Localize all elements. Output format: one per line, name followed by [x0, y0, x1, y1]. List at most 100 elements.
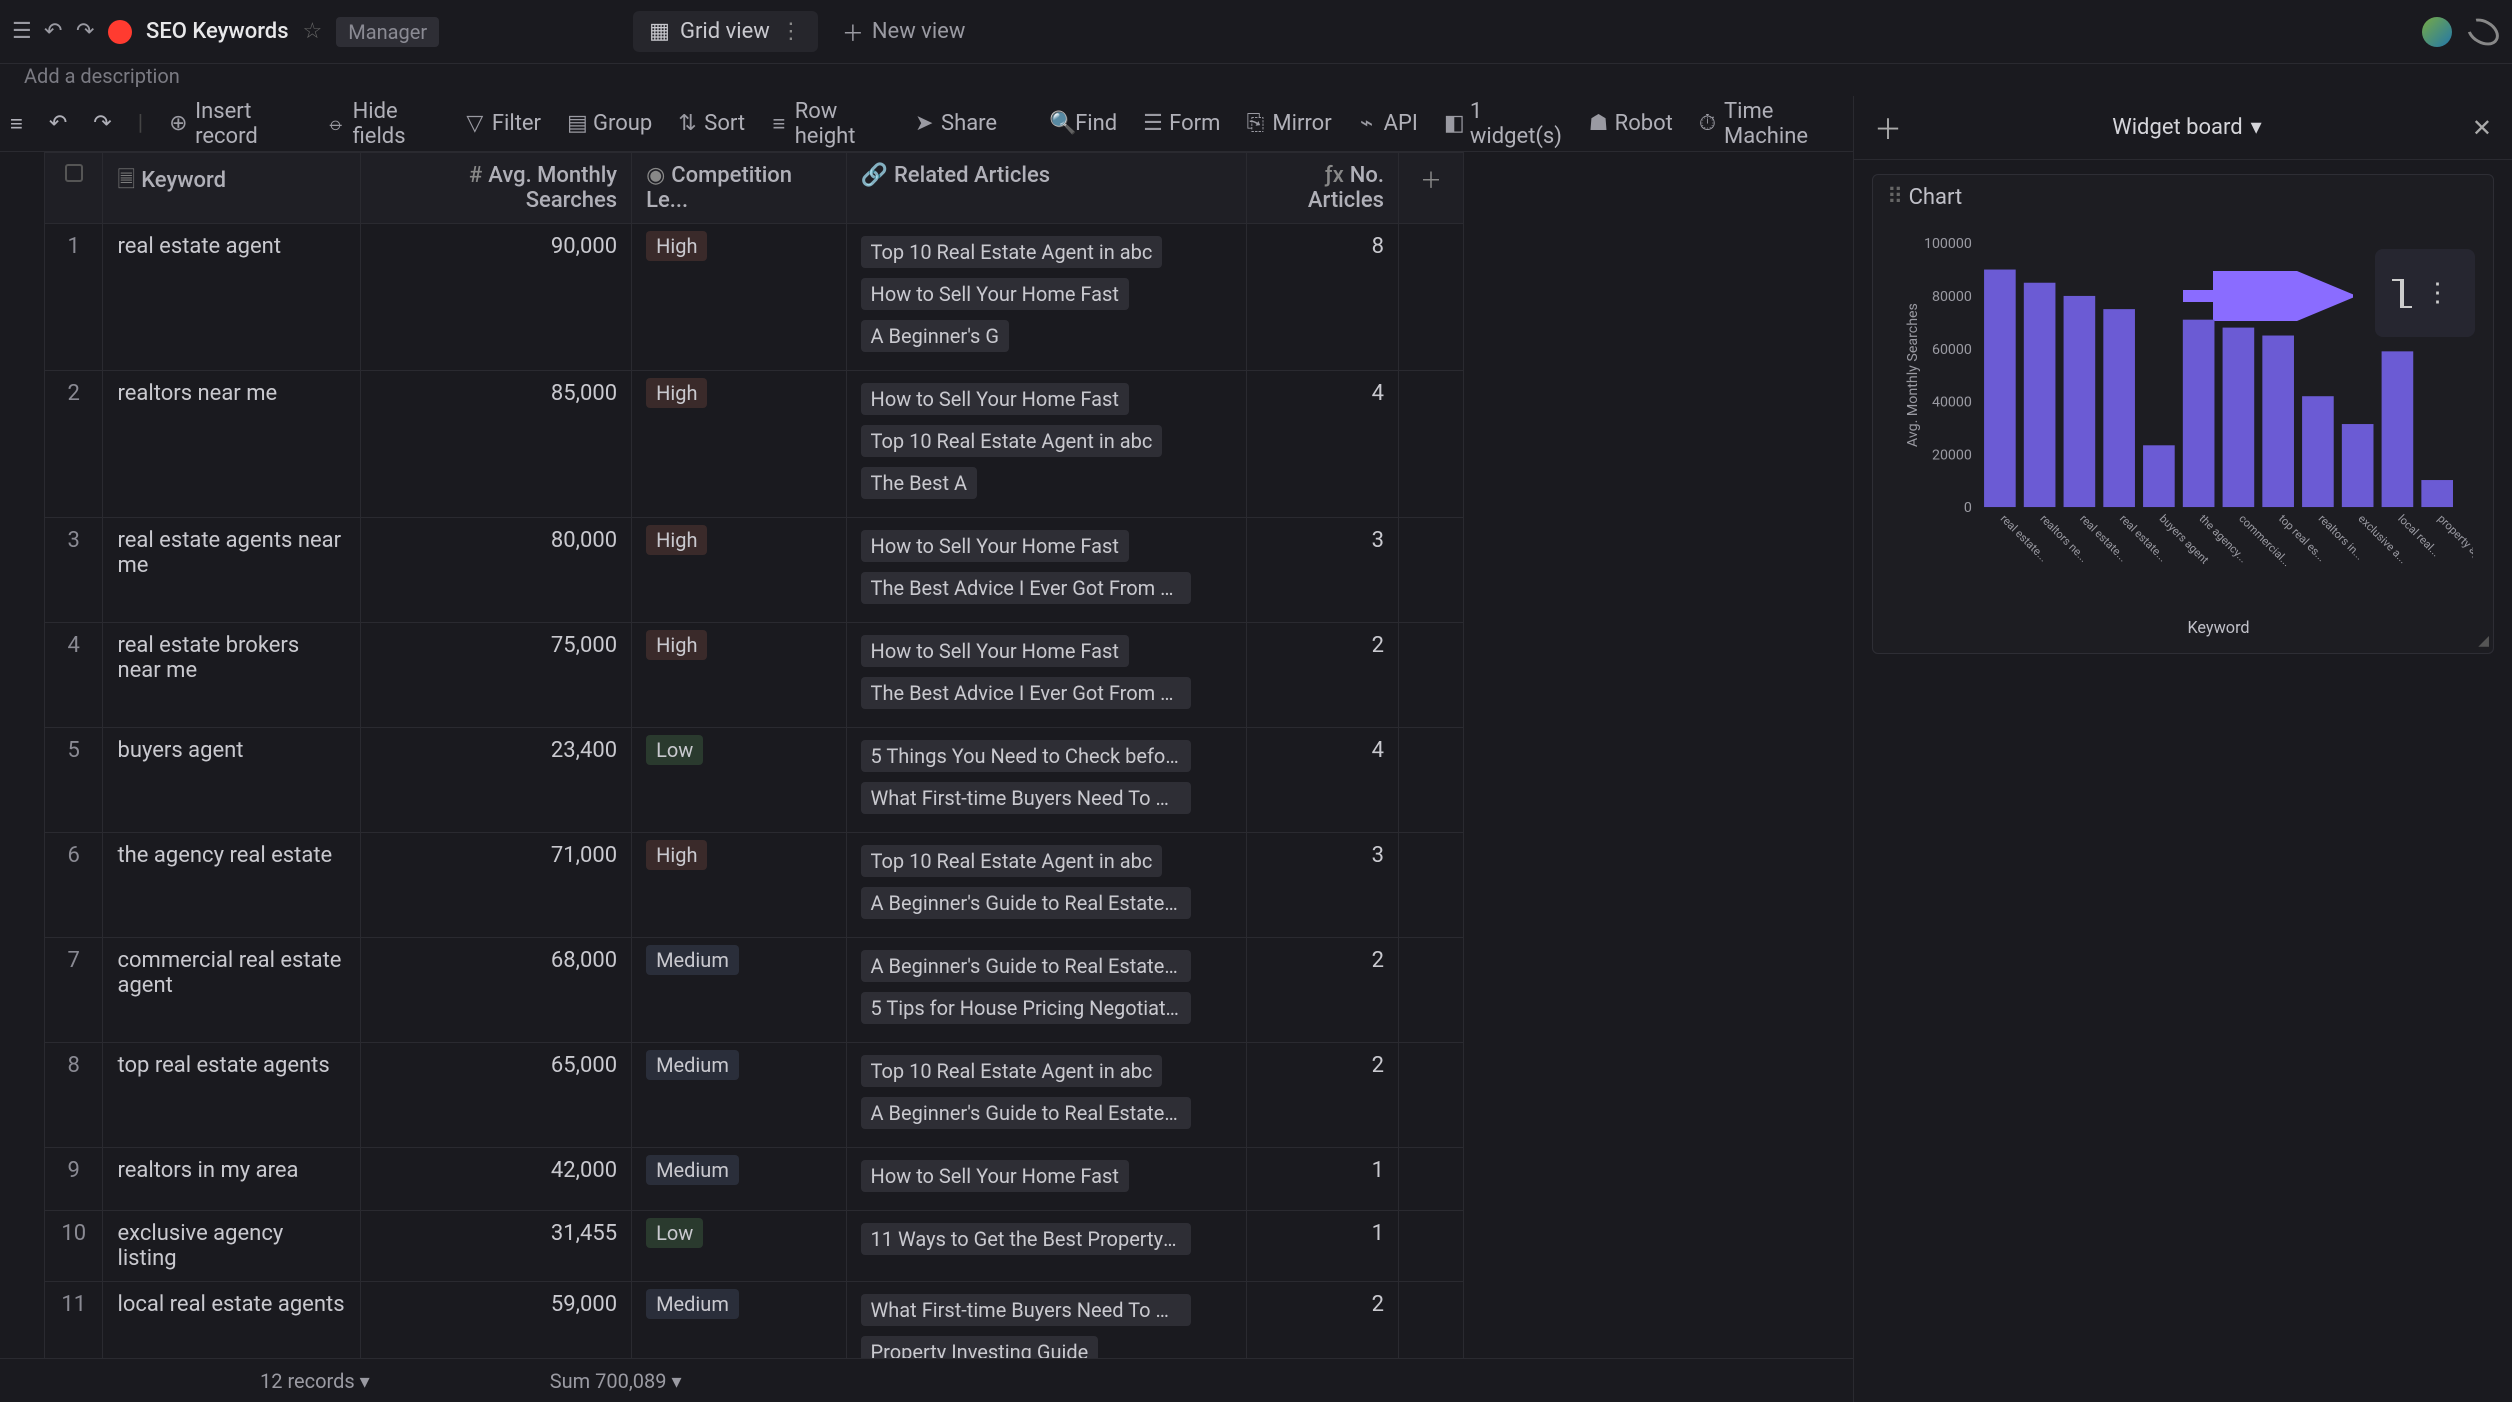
cell-searches[interactable]: 71,000	[361, 833, 632, 938]
related-chip[interactable]: 5 Things You Need to Check before You P.…	[861, 740, 1191, 772]
related-chip[interactable]: 5 Tips for House Pricing Negotiation	[861, 992, 1191, 1024]
cell-noart[interactable]: 8	[1247, 224, 1399, 371]
cell-noart[interactable]: 3	[1247, 518, 1399, 623]
related-chip[interactable]: How to Sell Your Home Fast	[861, 635, 1129, 667]
cell-searches[interactable]: 42,000	[361, 1148, 632, 1211]
cell-searches[interactable]: 31,455	[361, 1211, 632, 1282]
table-row[interactable]: 4real estate brokers near me75,000HighHo…	[45, 623, 1464, 728]
related-chip[interactable]: How to Sell Your Home Fast	[861, 383, 1129, 415]
select-all-checkbox[interactable]	[65, 164, 83, 182]
undo2-icon[interactable]: ↶	[49, 111, 67, 136]
cell-keyword[interactable]: realtors in my area	[103, 1148, 361, 1211]
related-chip[interactable]: The Best Advice I Ever Got From A Real E…	[861, 572, 1191, 604]
cell-level[interactable]: Medium	[632, 1148, 846, 1211]
cell-keyword[interactable]: top real estate agents	[103, 1043, 361, 1148]
find-button[interactable]: 🔍Find	[1049, 111, 1117, 136]
cell-related[interactable]: How to Sell Your Home Fast The Best Advic…	[846, 518, 1247, 623]
tab-menu-icon[interactable]: ⋮	[780, 19, 802, 44]
form-button[interactable]: ☰Form	[1143, 111, 1220, 136]
share-button[interactable]: ➤Share	[915, 111, 997, 136]
cell-noart[interactable]: 2	[1247, 1282, 1399, 1359]
star-icon[interactable]: ☆	[303, 19, 323, 44]
related-chip[interactable]: A Beginner's G	[861, 320, 1009, 352]
new-view-button[interactable]: ＋ New view	[842, 16, 966, 48]
cell-keyword[interactable]: real estate agents near me	[103, 518, 361, 623]
cell-keyword[interactable]: exclusive agency listing	[103, 1211, 361, 1282]
add-widget-button[interactable]: ＋	[1874, 108, 1902, 148]
table-row[interactable]: 3real estate agents near me80,000HighHow…	[45, 518, 1464, 623]
redo-icon[interactable]: ↷	[76, 19, 94, 44]
related-chip[interactable]: 11 Ways to Get the Best Property Price	[861, 1223, 1191, 1255]
table-row[interactable]: 7commercial real estate agent68,000Mediu…	[45, 938, 1464, 1043]
cell-keyword[interactable]: realtors near me	[103, 371, 361, 518]
redo2-icon[interactable]: ↷	[93, 111, 111, 136]
cell-noart[interactable]: 2	[1247, 623, 1399, 728]
cell-keyword[interactable]: real estate brokers near me	[103, 623, 361, 728]
api-button[interactable]: ⌁API	[1358, 111, 1418, 136]
cell-level[interactable]: High	[632, 518, 846, 623]
filter-button[interactable]: ▽Filter	[466, 111, 541, 136]
col-searches[interactable]: Avg. Monthly Searches	[488, 163, 617, 213]
table-row[interactable]: 10exclusive agency listing31,455Low11 Wa…	[45, 1211, 1464, 1282]
table-row[interactable]: 1real estate agent90,000HighTop 10 Real …	[45, 224, 1464, 371]
cell-related[interactable]: What First-time Buyers Need To Know Ab..…	[846, 1282, 1247, 1359]
cell-related[interactable]: How to Sell Your Home Fast The Best Advic…	[846, 623, 1247, 728]
cell-noart[interactable]: 1	[1247, 1148, 1399, 1211]
cell-noart[interactable]: 4	[1247, 371, 1399, 518]
tab-grid-view[interactable]: ▦ Grid view ⋮	[633, 11, 818, 52]
cell-related[interactable]: How to Sell Your Home Fast	[846, 1148, 1247, 1211]
close-board-button[interactable]: ✕	[2472, 114, 2492, 142]
col-noart[interactable]: No. Articles	[1308, 163, 1384, 213]
cell-keyword[interactable]: the agency real estate	[103, 833, 361, 938]
insert-record-button[interactable]: ⊕Insert record	[169, 99, 301, 149]
doc-title[interactable]: SEO Keywords	[146, 19, 289, 44]
hide-fields-button[interactable]: ⦵Hide fields	[327, 99, 440, 149]
data-grid[interactable]: 🗏Keyword #Avg. Monthly Searches ◉Competi…	[44, 152, 1464, 1358]
cell-level[interactable]: High	[632, 833, 846, 938]
cell-level[interactable]: Medium	[632, 938, 846, 1043]
col-level[interactable]: Competition Le...	[646, 163, 792, 213]
cell-searches[interactable]: 75,000	[361, 623, 632, 728]
widgets-button[interactable]: ◧1 widget(s)	[1444, 99, 1563, 149]
cell-searches[interactable]: 59,000	[361, 1282, 632, 1359]
avatar[interactable]	[2422, 17, 2452, 47]
sum-value[interactable]: Sum 700,089 ▾	[550, 1369, 682, 1393]
table-row[interactable]: 5buyers agent23,400Low5 Things You Need …	[45, 728, 1464, 833]
rowheight-button[interactable]: ≡Row height	[771, 99, 889, 149]
related-chip[interactable]: Top 10 Real Estate Agent in abc	[861, 425, 1163, 457]
col-related[interactable]: Related Articles	[894, 163, 1050, 188]
cell-noart[interactable]: 3	[1247, 833, 1399, 938]
cell-related[interactable]: Top 10 Real Estate Agent in abc A Beginne…	[846, 833, 1247, 938]
cell-keyword[interactable]: buyers agent	[103, 728, 361, 833]
related-chip[interactable]: How to Sell Your Home Fast	[861, 278, 1129, 310]
timemachine-button[interactable]: ⏱Time Machine	[1699, 99, 1843, 149]
cell-level[interactable]: Low	[632, 1211, 846, 1282]
record-count[interactable]: 12 records ▾	[260, 1369, 370, 1393]
cell-level[interactable]: Medium	[632, 1043, 846, 1148]
mirror-button[interactable]: ⎘Mirror	[1246, 111, 1331, 136]
table-row[interactable]: 9realtors in my area42,000MediumHow to S…	[45, 1148, 1464, 1211]
cell-related[interactable]: Top 10 Real Estate Agent in abcHow to Se…	[846, 224, 1247, 371]
cell-keyword[interactable]: local real estate agents	[103, 1282, 361, 1359]
cell-searches[interactable]: 23,400	[361, 728, 632, 833]
add-column-button[interactable]: ＋	[1398, 153, 1463, 224]
resize-handle-icon[interactable]: ◢	[2478, 633, 2489, 649]
related-chip[interactable]: How to Sell Your Home Fast	[861, 530, 1129, 562]
related-chip[interactable]: A Beginner's Guide to Real Estate Invest…	[861, 887, 1191, 919]
chevron-down-icon[interactable]: ▾	[2251, 115, 2262, 140]
related-chip[interactable]: How to Sell Your Home Fast	[861, 1160, 1129, 1192]
cell-searches[interactable]: 80,000	[361, 518, 632, 623]
related-chip[interactable]: What First-time Buyers Need To Know Ab..…	[861, 782, 1191, 814]
table-row[interactable]: 6the agency real estate71,000HighTop 10 …	[45, 833, 1464, 938]
related-chip[interactable]: Top 10 Real Estate Agent in abc	[861, 845, 1163, 877]
cell-noart[interactable]: 4	[1247, 728, 1399, 833]
cell-searches[interactable]: 90,000	[361, 224, 632, 371]
related-chip[interactable]: The Best Advice I Ever Got From A Real E…	[861, 677, 1191, 709]
related-chip[interactable]: The Best A	[861, 467, 977, 499]
table-row[interactable]: 11local real estate agents59,000MediumWh…	[45, 1282, 1464, 1359]
cell-related[interactable]: 11 Ways to Get the Best Property Price	[846, 1211, 1247, 1282]
undo-icon[interactable]: ↶	[44, 19, 62, 44]
cell-related[interactable]: Top 10 Real Estate Agent in abcA Beginne…	[846, 1043, 1247, 1148]
menu-icon[interactable]: ☰	[12, 19, 30, 44]
cell-keyword[interactable]: real estate agent	[103, 224, 361, 371]
